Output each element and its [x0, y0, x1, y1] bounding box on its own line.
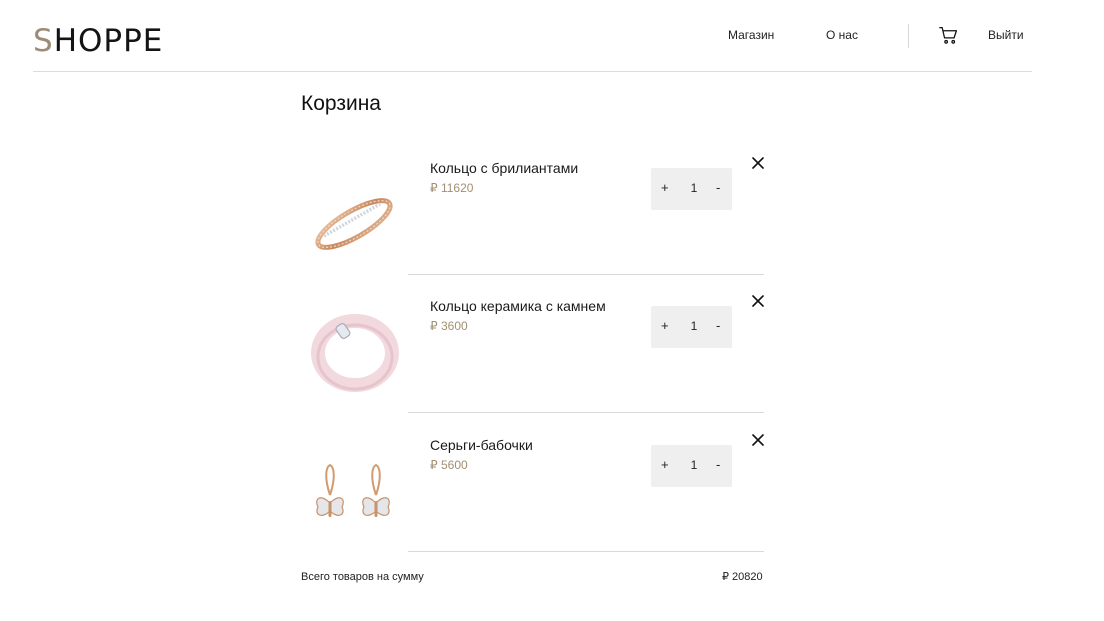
- close-icon[interactable]: [751, 433, 765, 447]
- earrings-butterfly-image: [316, 463, 390, 517]
- item-price: ₽ 3600: [430, 319, 468, 333]
- logo-rest: HOPPE: [53, 23, 164, 59]
- ring-diamonds-image: [315, 198, 393, 250]
- quantity-plus-button[interactable]: +: [661, 318, 669, 334]
- quantity-stepper: + 1 -: [651, 445, 732, 487]
- logo[interactable]: SHOPPE: [33, 23, 163, 59]
- quantity-value: 1: [690, 458, 698, 472]
- quantity-minus-button[interactable]: -: [716, 457, 720, 473]
- quantity-minus-button[interactable]: -: [716, 180, 720, 196]
- cart-item: Кольцо с брилиантами ₽ 11620 + 1 -: [298, 138, 768, 276]
- quantity-plus-button[interactable]: +: [661, 457, 669, 473]
- logo-first-letter: S: [33, 23, 54, 59]
- item-price: ₽ 11620: [430, 181, 474, 195]
- quantity-minus-button[interactable]: -: [716, 318, 720, 334]
- cart-item: Кольцо керамика с камнем ₽ 3600 + 1 -: [298, 276, 768, 414]
- item-name: Кольцо керамика с камнем: [430, 298, 606, 314]
- item-divider: [408, 274, 764, 275]
- page-title: Корзина: [301, 92, 381, 115]
- nav-about-link[interactable]: О нас: [826, 27, 858, 43]
- quantity-plus-button[interactable]: +: [661, 180, 669, 196]
- item-name: Кольцо с брилиантами: [430, 160, 579, 176]
- nav-shop-link[interactable]: Магазин: [728, 27, 774, 43]
- nav-divider: [908, 24, 909, 48]
- ring-ceramic-image: [311, 314, 399, 392]
- item-divider: [408, 412, 764, 413]
- close-icon[interactable]: [751, 294, 765, 308]
- total-value: ₽ 20820: [722, 571, 763, 583]
- item-price: ₽ 5600: [430, 458, 468, 472]
- quantity-value: 1: [690, 181, 698, 195]
- quantity-stepper: + 1 -: [651, 306, 732, 348]
- item-name: Серьги-бабочки: [430, 437, 533, 453]
- cart-item: Серьги-бабочки ₽ 5600 + 1 -: [298, 415, 768, 553]
- cart-icon[interactable]: [939, 26, 958, 45]
- quantity-stepper: + 1 -: [651, 168, 732, 210]
- total-label: Всего товаров на сумму: [301, 571, 424, 583]
- close-icon[interactable]: [751, 156, 765, 170]
- quantity-value: 1: [690, 319, 698, 333]
- site-header: SHOPPE Магазин О нас Выйти: [33, 0, 1032, 72]
- nav-logout-link[interactable]: Выйти: [988, 27, 1024, 43]
- item-divider: [408, 551, 764, 552]
